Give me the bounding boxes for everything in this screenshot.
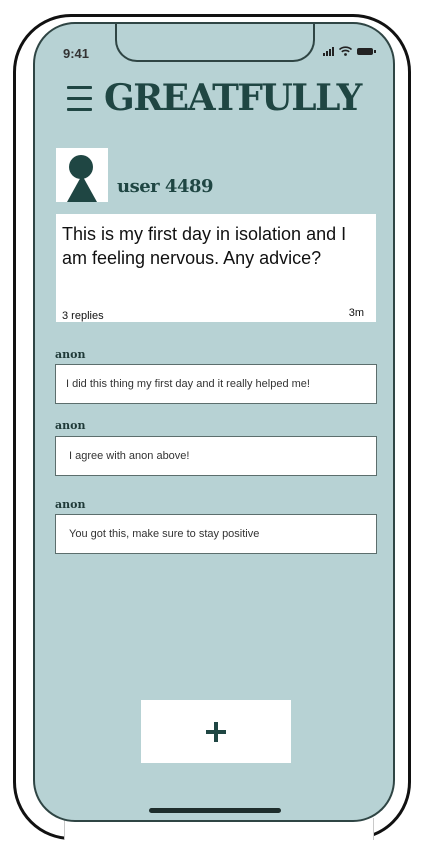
battery-icon [357, 47, 376, 55]
wifi-icon [339, 46, 352, 56]
reply-item[interactable]: I did this thing my first day and it rea… [55, 364, 377, 404]
reply-author: anon [55, 419, 86, 432]
cellular-signal-icon [323, 46, 334, 56]
app-screen: 9:41 GREATFULLY user 4489 This is my fir… [33, 22, 395, 822]
post-card[interactable]: This is my first day in isolation and I … [56, 214, 376, 322]
device-notch [115, 24, 315, 62]
reply-item[interactable]: I agree with anon above! [55, 436, 377, 476]
username[interactable]: user 4489 [117, 176, 214, 197]
reply-author: anon [55, 498, 86, 511]
post-timestamp: 3m [348, 307, 364, 319]
status-time: 9:41 [63, 46, 90, 61]
app-header: GREATFULLY [67, 77, 362, 119]
home-indicator[interactable] [149, 808, 281, 813]
plus-icon [206, 721, 226, 742]
hamburger-menu-icon[interactable] [67, 85, 92, 111]
add-reply-button[interactable] [141, 700, 291, 763]
reply-count[interactable]: 3 replies [62, 310, 104, 322]
post-author: user 4489 [56, 148, 376, 204]
reply-item[interactable]: You got this, make sure to stay positive [55, 514, 377, 554]
reply-author: anon [55, 348, 86, 361]
app-title: GREATFULLY [104, 77, 362, 119]
status-icons [323, 46, 376, 56]
user-silhouette-icon[interactable] [56, 148, 108, 202]
post-text: This is my first day in isolation and I … [62, 224, 347, 268]
